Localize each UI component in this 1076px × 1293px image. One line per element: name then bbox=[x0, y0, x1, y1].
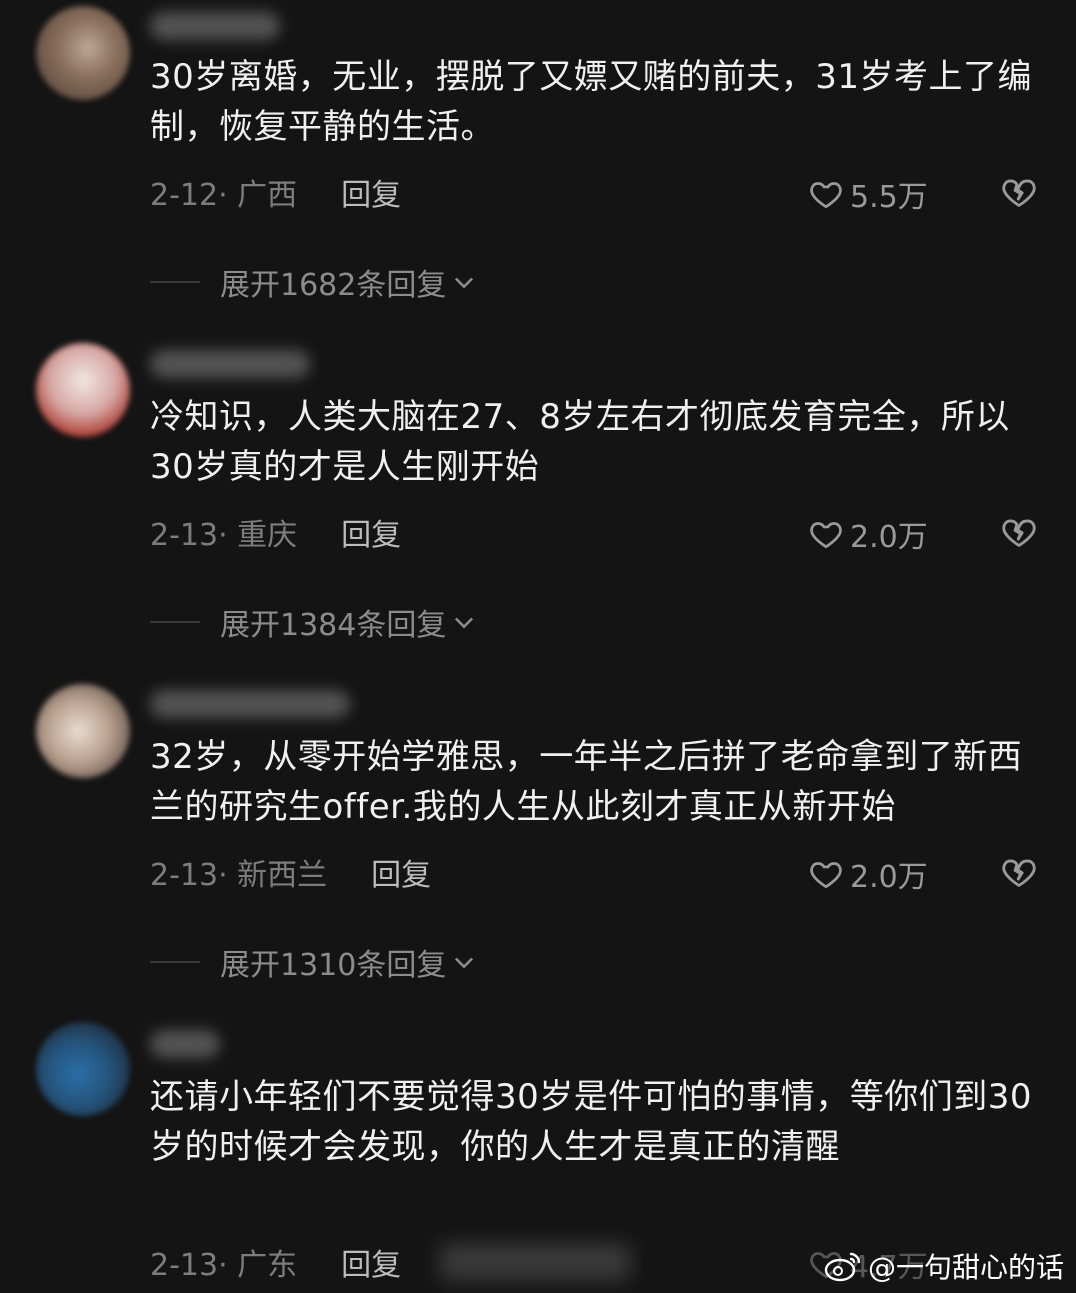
comment-location: 广西 bbox=[237, 178, 298, 213]
watermark: @一句甜心的话 bbox=[824, 1246, 1064, 1286]
expand-replies-button[interactable]: 展开1682条回复 bbox=[150, 260, 478, 304]
comment-meta: 2-13· 重庆 回复 bbox=[150, 518, 402, 553]
broken-heart-icon[interactable] bbox=[1000, 853, 1038, 891]
chevron-down-icon bbox=[455, 617, 474, 629]
reply-button[interactable]: 回复 bbox=[341, 518, 401, 553]
heart-icon bbox=[810, 522, 842, 549]
comment-date: 2-13 bbox=[150, 1248, 219, 1283]
comment-text: 还请小年轻们不要觉得30岁是件可怕的事情，等你们到30岁的时候才会发现，你的人生… bbox=[150, 1077, 1033, 1167]
comment-location: 广东 bbox=[237, 1248, 298, 1283]
watermark-text: @一句甜心的话 bbox=[867, 1251, 1064, 1284]
divider bbox=[150, 621, 200, 623]
expand-replies-label: 展开1310条回复 bbox=[220, 948, 447, 983]
divider bbox=[150, 281, 200, 283]
comment-location: 新西兰 bbox=[237, 858, 328, 893]
weibo-logo-icon bbox=[824, 1252, 861, 1282]
comment-text: 32岁，从零开始学雅思，一年半之后拼了老命拿到了新西兰的研究生offer.我的人… bbox=[150, 737, 1023, 827]
username-blurred[interactable] bbox=[150, 12, 280, 40]
username-blurred[interactable] bbox=[150, 1030, 220, 1058]
chevron-down-icon bbox=[455, 277, 474, 289]
comment-text: 30岁离婚，无业，摆脱了又嫖又赌的前夫，31岁考上了编制，恢复平静的生活。 bbox=[150, 57, 1033, 147]
like-count: 5.5万 bbox=[850, 180, 928, 215]
username-blurred[interactable] bbox=[150, 690, 350, 718]
reply-button[interactable]: 回复 bbox=[371, 858, 431, 893]
like-button[interactable]: 2.0万 bbox=[808, 512, 928, 556]
avatar[interactable] bbox=[36, 684, 130, 778]
comment-meta: 2-13· 广东 回复 bbox=[150, 1248, 402, 1283]
comment-date: 2-13 bbox=[150, 518, 219, 553]
broken-heart-icon[interactable] bbox=[1000, 513, 1038, 551]
expand-replies-button[interactable]: 展开1310条回复 bbox=[150, 940, 478, 984]
comment-location: 重庆 bbox=[237, 518, 298, 553]
chevron-down-icon bbox=[455, 957, 474, 969]
reply-button[interactable]: 回复 bbox=[341, 1248, 401, 1283]
avatar[interactable] bbox=[36, 1022, 130, 1116]
username-blurred[interactable] bbox=[150, 350, 310, 378]
expand-replies-label: 展开1682条回复 bbox=[220, 268, 447, 303]
comment-date: 2-12 bbox=[150, 178, 219, 213]
comment-meta: 2-12· 广西 回复 bbox=[150, 178, 402, 213]
comment-date: 2-13 bbox=[150, 858, 219, 893]
avatar[interactable] bbox=[36, 343, 130, 437]
like-count: 2.0万 bbox=[850, 860, 928, 895]
like-button[interactable]: 2.0万 bbox=[808, 852, 928, 896]
comment-text: 冷知识，人类大脑在27、8岁左右才彻底发育完全，所以30岁真的才是人生刚开始 bbox=[150, 397, 1010, 487]
broken-heart-icon[interactable] bbox=[1000, 173, 1038, 211]
heart-icon bbox=[810, 862, 842, 889]
expand-replies-label: 展开1384条回复 bbox=[220, 608, 447, 643]
comment-meta: 2-13· 新西兰 回复 bbox=[150, 858, 432, 893]
reply-button[interactable]: 回复 bbox=[341, 178, 401, 213]
blurred-overlay bbox=[440, 1244, 630, 1280]
like-count: 2.0万 bbox=[850, 520, 928, 555]
like-button[interactable]: 5.5万 bbox=[808, 172, 928, 216]
avatar[interactable] bbox=[36, 6, 130, 100]
heart-icon bbox=[810, 182, 842, 209]
expand-replies-button[interactable]: 展开1384条回复 bbox=[150, 600, 478, 644]
divider bbox=[150, 961, 200, 963]
